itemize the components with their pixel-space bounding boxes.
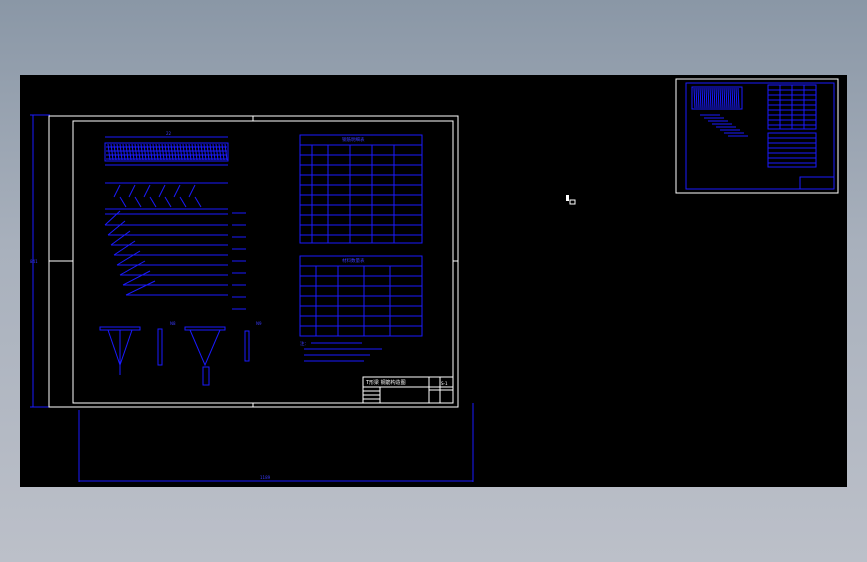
sheet-inner-border xyxy=(72,120,454,404)
model-space-viewport[interactable]: 1189 841 22 N8 N9 钢筋明细表 材料数量表 注： T形梁 钢筋构… xyxy=(20,75,847,487)
stirrup-row xyxy=(105,182,228,215)
svg-text:N9: N9 xyxy=(256,321,262,326)
table1-title: 钢筋明细表 xyxy=(342,136,365,143)
svg-text:注：: 注： xyxy=(300,340,309,347)
crosshair-pickbox-icon xyxy=(566,195,576,205)
overall-dimension-lines: 1189 841 xyxy=(30,114,474,482)
drawing-canvas[interactable]: 1189 841 22 N8 N9 钢筋明细表 材料数量表 注： T形梁 钢筋构… xyxy=(20,75,847,487)
section-details: N8 N9 xyxy=(99,321,262,386)
rebar-schedule-table: 钢筋明细表 xyxy=(299,134,423,244)
material-quantity-table: 材料数量表 xyxy=(299,255,423,337)
dimension-text: 841 xyxy=(30,259,38,264)
svg-text:N8: N8 xyxy=(170,321,176,326)
bent-bar-details xyxy=(104,210,228,296)
dimension-text: 1189 xyxy=(260,475,271,480)
bar-labels xyxy=(232,212,246,310)
svg-text:22: 22 xyxy=(166,131,172,136)
drawing-notes: 注： xyxy=(300,340,382,362)
girder-elevation: 22 xyxy=(104,131,229,166)
title-block: T形梁 钢筋构造图 S-1 xyxy=(362,376,454,404)
table2-title: 材料数量表 xyxy=(342,257,365,264)
drawing-title: T形梁 钢筋构造图 xyxy=(365,379,406,386)
second-sheet-thumbnail[interactable] xyxy=(675,78,839,194)
sheet-number: S-1 xyxy=(441,381,448,386)
